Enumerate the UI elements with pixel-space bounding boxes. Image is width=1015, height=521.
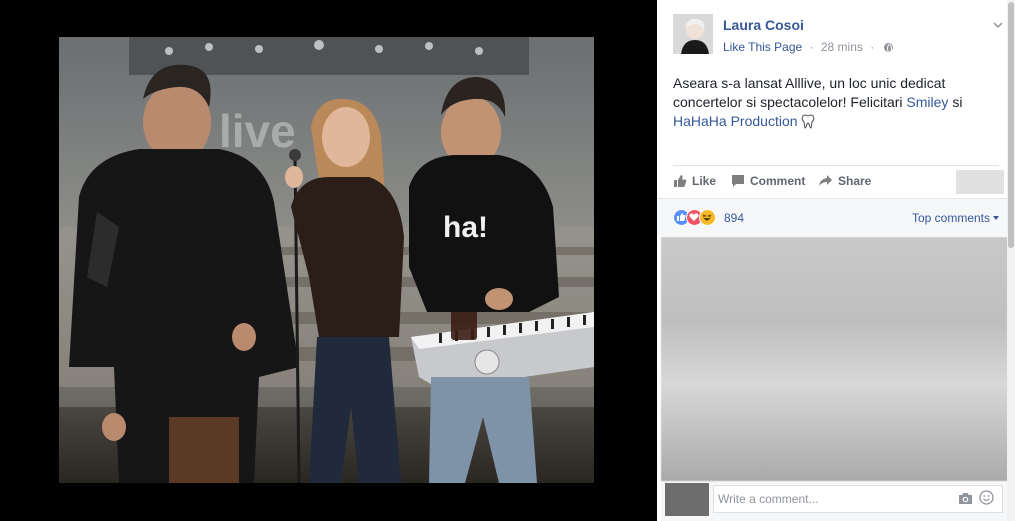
emoji-icon[interactable] [979, 490, 994, 505]
thumbs-up-icon [674, 175, 687, 187]
tooth-emoji-icon [801, 114, 814, 129]
page-name[interactable]: Laura Cosoi [723, 17, 804, 33]
comment-icon [732, 175, 744, 187]
top-comments-label: Top comments [911, 211, 990, 225]
post-timestamp[interactable]: 28 mins [821, 40, 863, 54]
globe-icon [883, 43, 893, 53]
meta-separator: · [809, 40, 814, 54]
comment-composer [661, 481, 1015, 521]
avatar-image [673, 14, 713, 54]
like-button-label: Like [692, 174, 717, 188]
scrollbar-thumb[interactable] [1008, 2, 1014, 248]
share-button-label: Share [838, 174, 872, 188]
comment-button-label: Comment [750, 174, 806, 188]
chevron-down-icon[interactable] [993, 20, 1003, 30]
haha-reaction-icon [699, 209, 716, 226]
post-photo[interactable]: live ha! [59, 37, 594, 483]
post-body: Aseara s-a lansat Alllive, un loc unic d… [673, 74, 998, 131]
post-header: Laura Cosoi Like This Page · 28 mins · [673, 14, 1003, 58]
post-meta: Like This Page · 28 mins · [723, 40, 893, 54]
divider [673, 165, 999, 166]
post-text-part1: Aseara s-a lansat Alllive, un loc unic d… [673, 75, 946, 110]
microphone [289, 149, 301, 161]
comments-list-blurred [661, 237, 1010, 481]
caret-down-icon [993, 216, 999, 220]
composer-avatar [665, 483, 709, 516]
reaction-icons[interactable] [673, 209, 723, 227]
meta-separator-2: · [870, 40, 875, 54]
share-arrow-icon [819, 175, 832, 186]
post-actions: Like Comment Share [673, 170, 1003, 194]
sharer-avatar-blurred [956, 170, 1004, 194]
banner-text: live [219, 105, 296, 157]
tshirt-logo: ha! [443, 211, 488, 244]
like-button[interactable]: Like [673, 174, 716, 188]
hahaha-production-link[interactable]: HaHaHa Production [673, 113, 798, 129]
share-button[interactable]: Share [818, 174, 871, 188]
page-avatar[interactable] [673, 14, 713, 54]
like-page-link[interactable]: Like This Page [723, 40, 802, 54]
post-side-panel: Laura Cosoi Like This Page · 28 mins · A… [657, 0, 1015, 521]
photo-illustration: live ha! [59, 37, 594, 483]
smiley-link[interactable]: Smiley [906, 94, 948, 110]
photo-viewer-stage: live ha! [0, 0, 657, 521]
comment-button[interactable]: Comment [731, 174, 805, 188]
reactions-bar: 894 Top comments [657, 198, 1015, 236]
top-comments-dropdown[interactable]: Top comments [912, 211, 999, 225]
post-text-part2: si [952, 94, 963, 110]
camera-icon[interactable] [958, 492, 973, 505]
reaction-count[interactable]: 894 [724, 211, 744, 225]
